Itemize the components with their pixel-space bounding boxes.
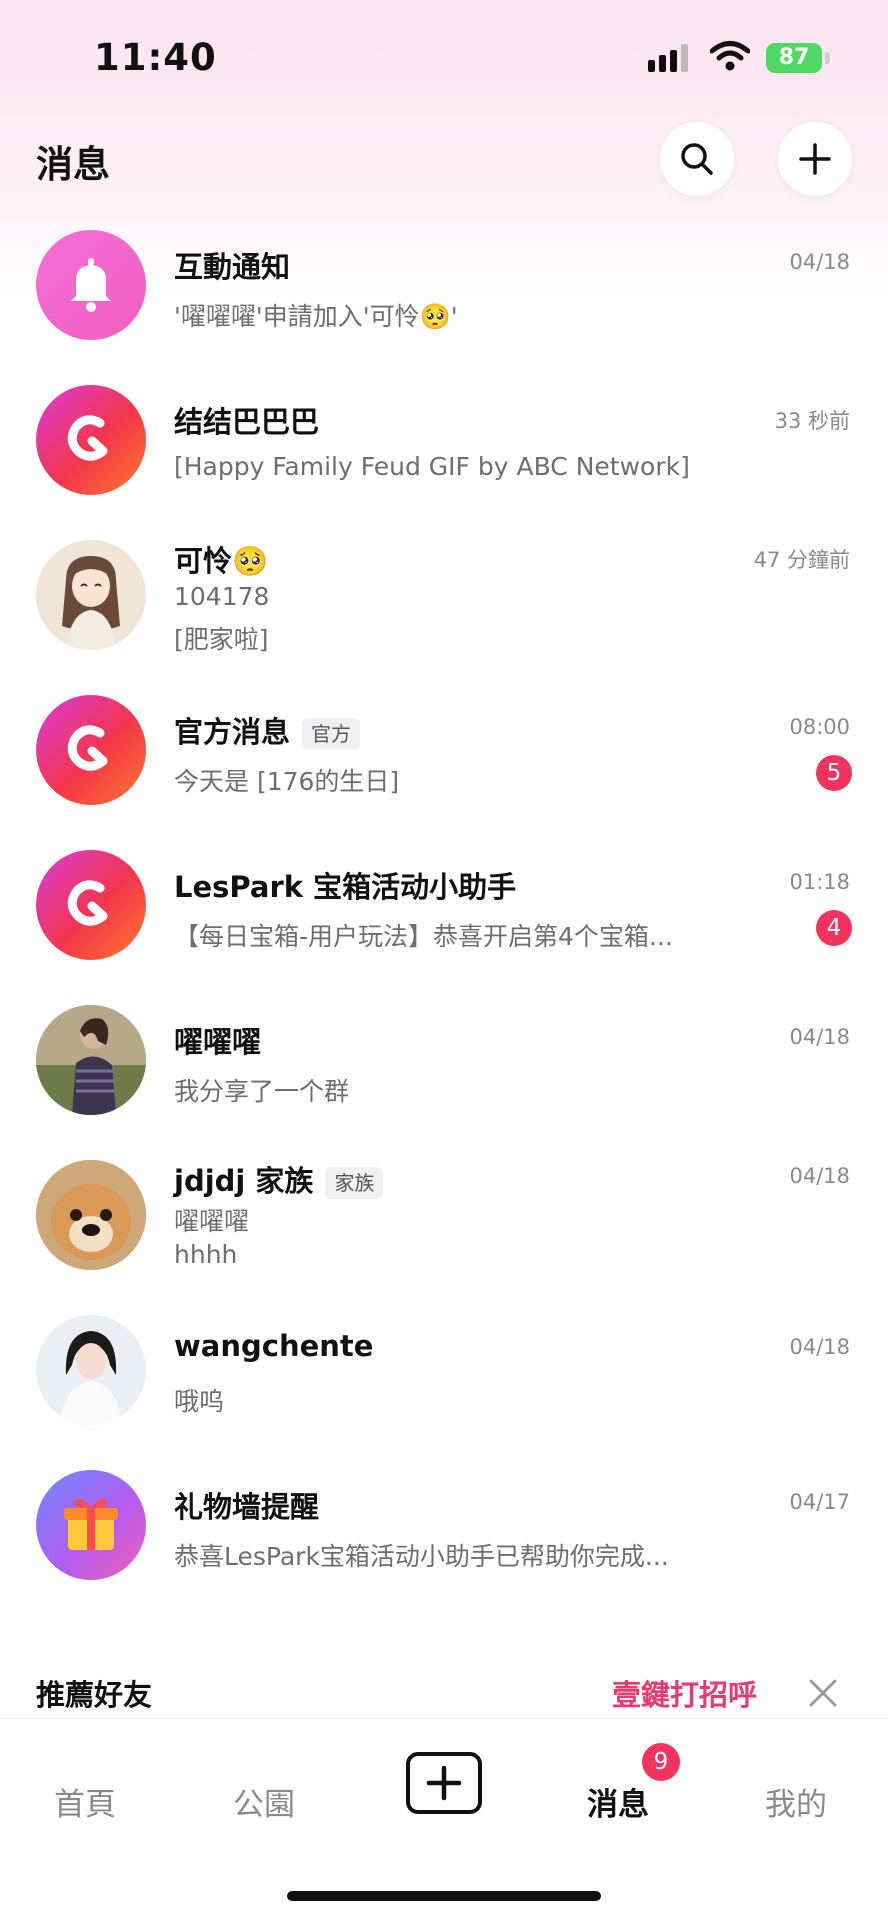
user-avatar <box>36 540 146 650</box>
notification-avatar <box>36 230 146 340</box>
battery-indicator: 87 <box>766 43 822 73</box>
plus-icon <box>426 1765 462 1801</box>
conversation-name-text: jdjdj 家族 <box>174 1164 314 1198</box>
lespark-logo-avatar <box>36 695 146 805</box>
recommend-title: 推薦好友 <box>36 1678 153 1712</box>
conversation-preview: [Happy Family Feud GIF by ABC Network] <box>174 452 690 481</box>
conversation-row[interactable]: wangchente 哦呜 04/18 <box>0 1297 888 1447</box>
plus-icon <box>799 143 831 175</box>
status-bar: 11:40 87 <box>0 0 888 110</box>
conversation-row[interactable]: 互動通知 '嚁嚁嚁'申請加入'可怜🥺' 04/18 <box>0 212 888 362</box>
conversation-name: 可怜🥺 <box>174 544 269 578</box>
conversation-row[interactable]: 可怜🥺 104178 [肥家啦] 47 分鐘前 <box>0 522 888 672</box>
group-avatar <box>36 1160 146 1270</box>
conversation-time: 04/18 <box>789 1335 850 1359</box>
wifi-icon <box>710 41 750 71</box>
greet-all-button[interactable]: 壹鍵打招呼 <box>612 1672 757 1714</box>
conversation-preview-line: [肥家啦] <box>174 625 269 654</box>
official-tag: 官方 <box>302 718 361 750</box>
conversation-time: 08:00 <box>789 715 850 739</box>
battery-nub <box>825 52 830 64</box>
conversation-name-text: 官方消息 <box>174 715 291 749</box>
conversation-preview: 今天是 [176的生日] <box>174 767 400 796</box>
cellular-signal-icon <box>648 44 694 72</box>
conversation-row[interactable]: jdjdj 家族 家族 嚁嚁嚁 hhhh 04/18 <box>0 1142 888 1292</box>
conversation-name: 礼物墙提醒 <box>174 1490 320 1524</box>
tab-bar: 首頁 公園 消息 9 我的 <box>0 1718 888 1920</box>
gift-icon <box>64 1499 118 1550</box>
dog-photo-avatar-icon <box>36 1160 146 1270</box>
conversation-time: 33 秒前 <box>774 409 850 433</box>
tab-messages[interactable]: 消息 <box>587 1779 649 1824</box>
search-button[interactable] <box>660 122 734 196</box>
conversation-time: 47 分鐘前 <box>753 548 850 572</box>
conversation-name: 结结巴巴巴 <box>174 405 320 439</box>
user-avatar <box>36 1005 146 1115</box>
add-button[interactable] <box>778 122 852 196</box>
status-time: 11:40 <box>94 36 217 79</box>
conversation-time: 04/18 <box>789 250 850 274</box>
conversation-preview: 我分享了一个群 <box>174 1077 350 1106</box>
illustrated-girl-avatar-icon <box>62 556 120 650</box>
conversation-preview: 恭喜LesPark宝箱活动小助手已帮助你完成... <box>174 1542 669 1571</box>
conversation-preview-line: hhhh <box>174 1240 238 1269</box>
bell-icon <box>71 258 111 312</box>
conversation-row[interactable]: 嚁嚁嚁 我分享了一个群 04/18 <box>0 987 888 1137</box>
gift-wall-avatar <box>36 1470 146 1580</box>
unread-badge: 4 <box>816 910 852 946</box>
conversation-name: jdjdj 家族 家族 <box>174 1158 384 1200</box>
lespark-logo-icon <box>67 725 108 771</box>
lespark-logo-icon <box>67 880 108 926</box>
unread-badge: 5 <box>816 755 852 791</box>
lespark-logo-avatar <box>36 850 146 960</box>
conversation-name: 官方消息 官方 <box>174 709 361 751</box>
conversation-time: 01:18 <box>789 870 850 894</box>
conversation-row[interactable]: LesPark 宝箱活动小助手 【每日宝箱-用户玩法】恭喜开启第4个宝箱... … <box>0 832 888 982</box>
create-post-button[interactable] <box>406 1752 482 1814</box>
conversation-time: 04/18 <box>789 1025 850 1049</box>
close-icon[interactable] <box>806 1676 840 1710</box>
conversation-row[interactable]: 结结巴巴巴 [Happy Family Feud GIF by ABC Netw… <box>0 367 888 517</box>
user-avatar <box>36 1315 146 1425</box>
lespark-logo-avatar <box>36 385 146 495</box>
conversation-preview: '嚁嚁嚁'申請加入'可怜🥺' <box>174 302 458 331</box>
search-icon <box>681 143 713 175</box>
conversation-time: 04/18 <box>789 1164 850 1188</box>
conversation-name: 互動通知 <box>174 250 291 284</box>
photo-avatar-icon <box>36 1315 146 1425</box>
conversation-row[interactable]: 礼物墙提醒 恭喜LesPark宝箱活动小助手已帮助你完成... 04/17 <box>0 1452 888 1602</box>
tab-park[interactable]: 公園 <box>233 1779 295 1824</box>
conversation-preview: 【每日宝箱-用户玩法】恭喜开启第4个宝箱... <box>174 922 673 951</box>
home-indicator <box>287 1891 601 1901</box>
conversation-preview-line: 嚁嚁嚁 <box>174 1207 250 1236</box>
tab-me[interactable]: 我的 <box>765 1779 827 1824</box>
lespark-logo-icon <box>67 415 108 461</box>
conversation-preview-line: 104178 <box>174 582 270 611</box>
messages-unread-badge: 9 <box>642 1743 680 1781</box>
conversation-name: LesPark 宝箱活动小助手 <box>174 870 517 904</box>
tab-home[interactable]: 首頁 <box>54 1779 116 1824</box>
photo-avatar-icon <box>36 1005 146 1115</box>
conversation-time: 04/17 <box>789 1490 850 1514</box>
conversation-row[interactable]: 官方消息 官方 今天是 [176的生日] 08:00 5 <box>0 677 888 827</box>
page-title: 消息 <box>36 143 110 186</box>
conversation-preview: 哦呜 <box>174 1387 225 1416</box>
family-tag: 家族 <box>325 1167 384 1199</box>
conversation-name: wangchente <box>174 1329 374 1363</box>
conversation-name: 嚁嚁嚁 <box>174 1025 262 1059</box>
